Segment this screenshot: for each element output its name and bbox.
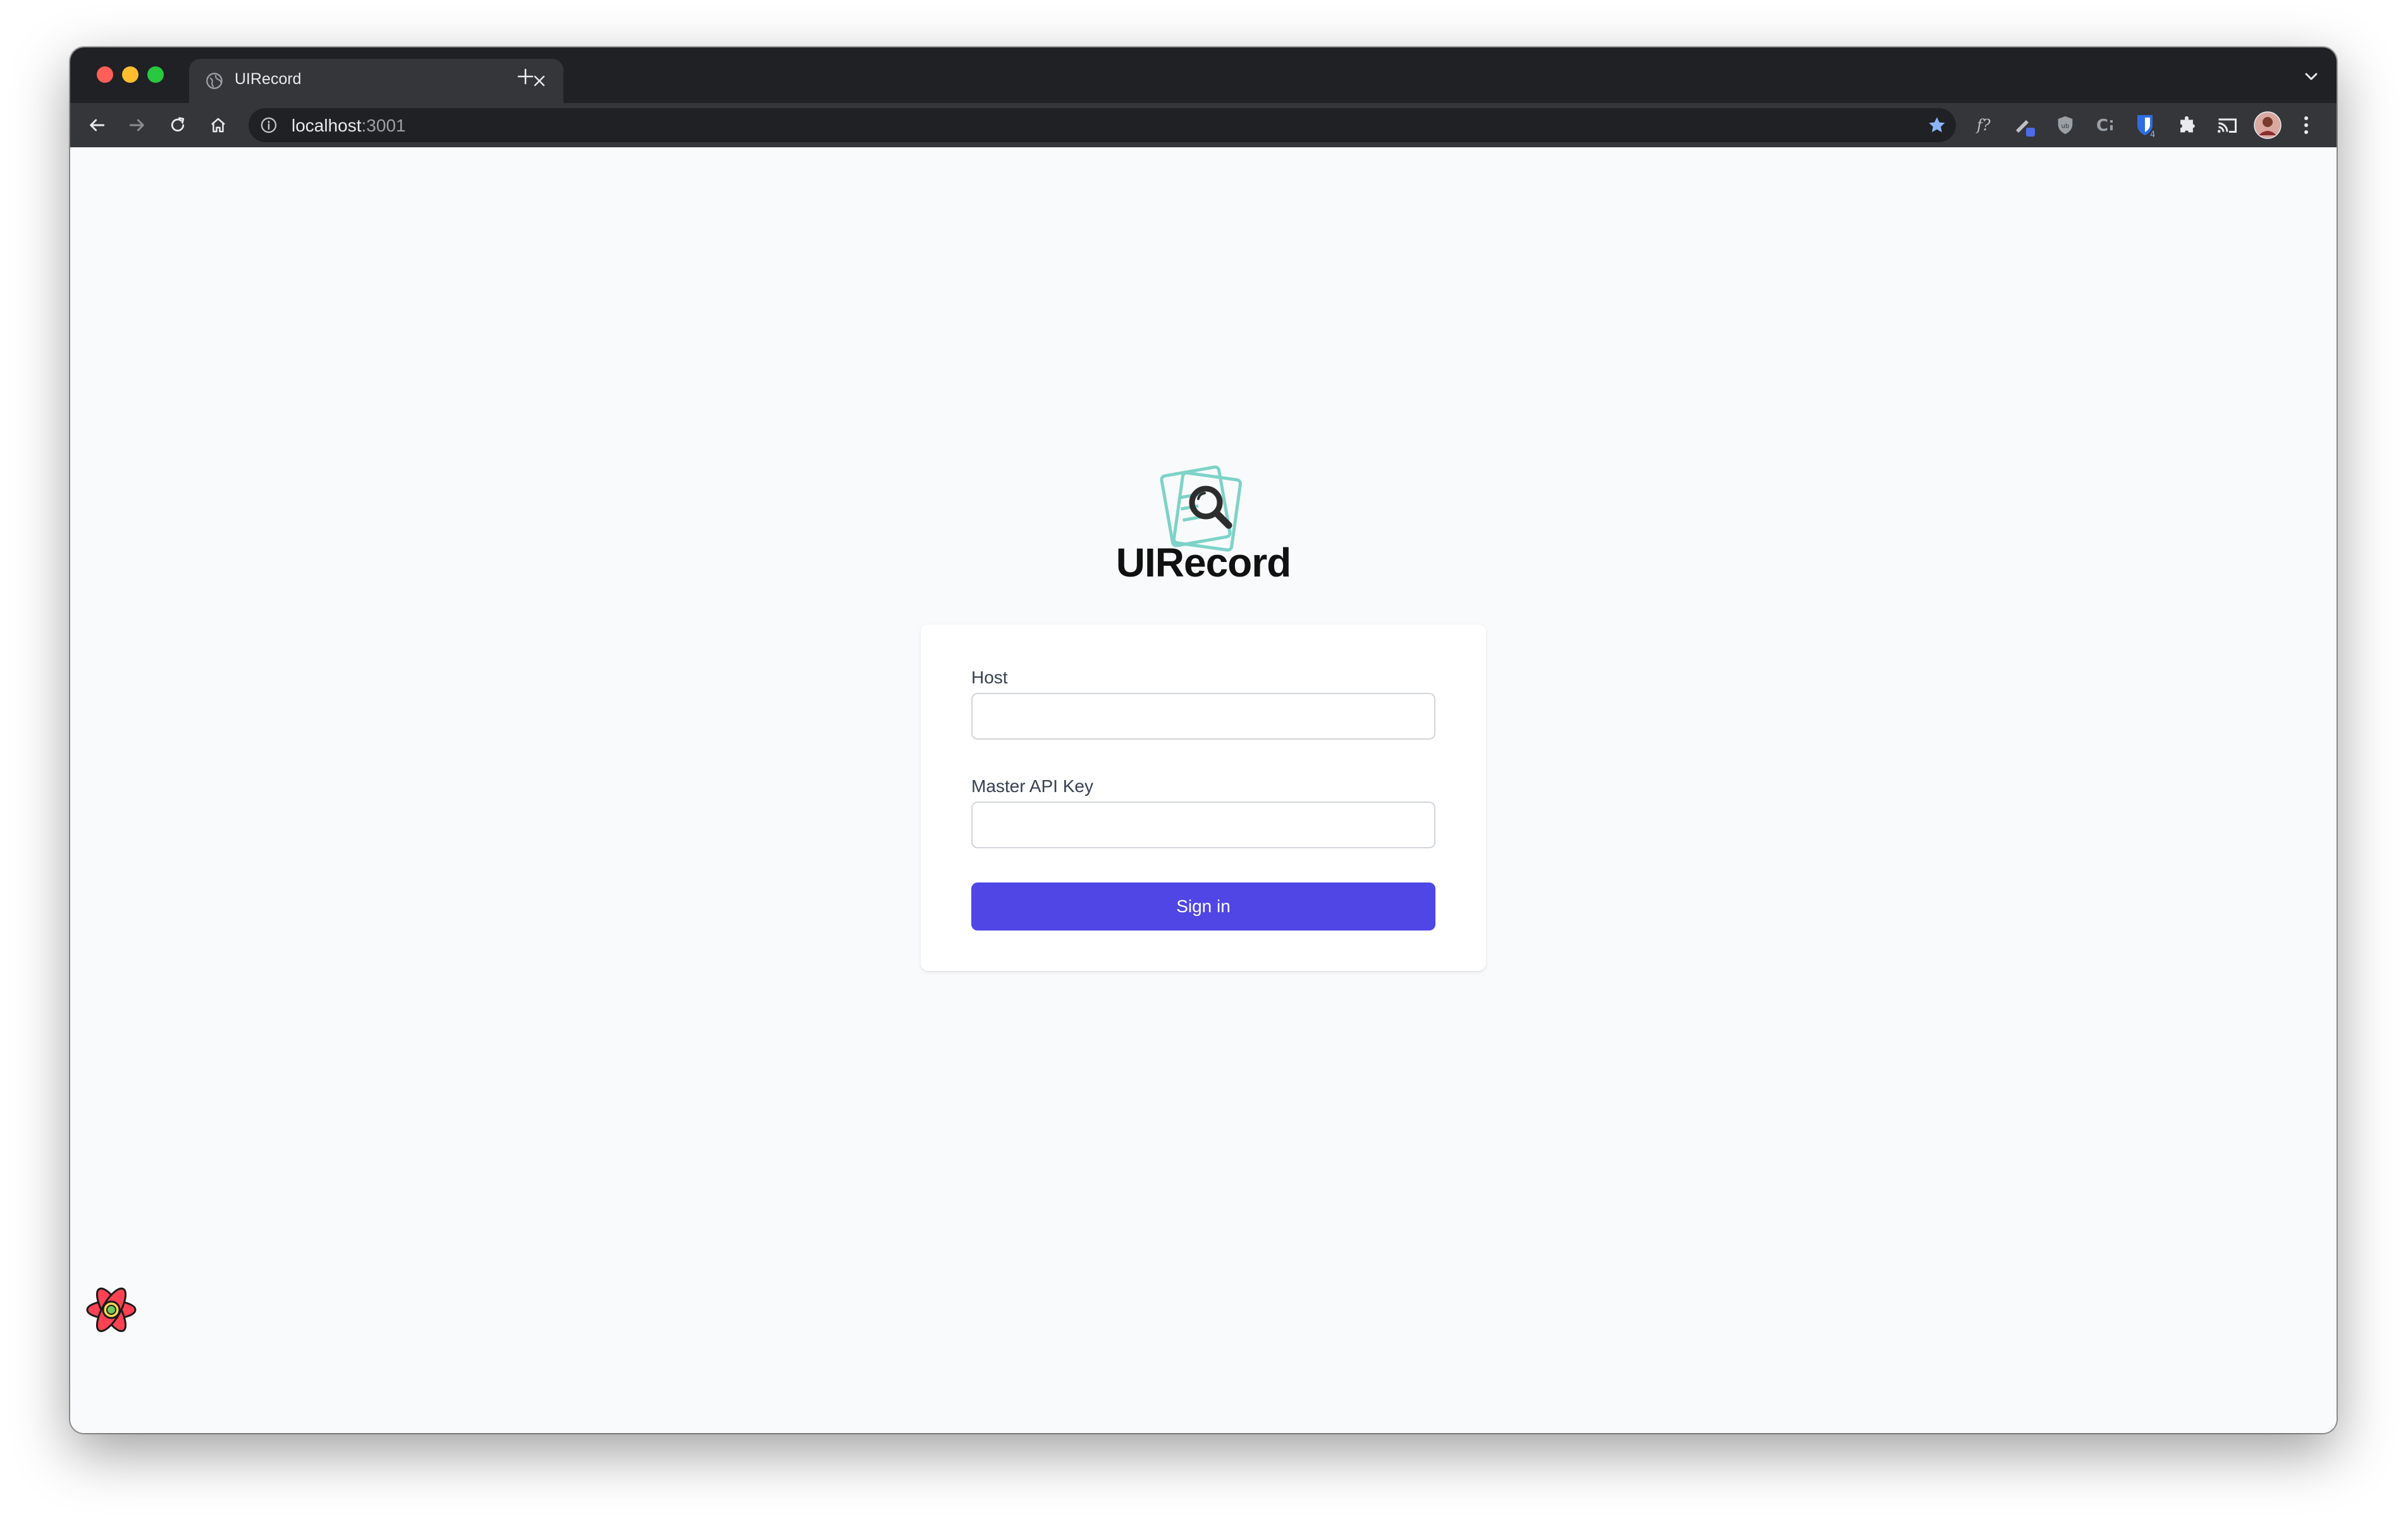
home-button[interactable] [204,111,232,139]
react-query-devtools-icon[interactable] [84,1283,138,1337]
bookmark-star-icon[interactable] [1927,115,1947,135]
globe-icon [206,73,223,89]
tab-strip: UIRecord [70,47,2337,103]
maximize-window-button[interactable] [147,66,164,83]
profile-avatar[interactable] [2253,111,2282,140]
chevron-down-icon[interactable] [2301,66,2321,87]
reload-button[interactable] [164,111,192,139]
address-bar[interactable]: localhost:3001 [249,108,1956,142]
close-window-button[interactable] [97,66,113,83]
info-icon[interactable] [260,116,278,134]
browser-menu-icon[interactable] [2294,111,2319,140]
url-port: :3001 [361,116,406,135]
new-tab-button[interactable] [512,63,539,90]
forward-button[interactable] [123,111,151,139]
extension-badge: 4 [2150,130,2155,138]
browser-tab[interactable]: UIRecord [189,59,563,103]
api-key-label: Master API Key [971,776,1093,796]
host-label: Host [971,668,1008,687]
formula-extension-icon[interactable]: f? [1970,111,1999,140]
browser-toolbar: localhost:3001 f? ub C 4 [70,103,2337,147]
url-host: localhost [292,116,362,135]
host-input[interactable] [971,693,1435,740]
browser-window: UIRecord localhost:3001 f? ub C 4 UIReco… [70,47,2337,1433]
ci-extension-icon[interactable]: C [2091,111,2120,140]
api-key-input[interactable] [971,802,1435,848]
sign-in-button[interactable]: Sign in [971,882,1435,931]
page-content: UIRecord Host Master API Key Sign in [70,147,2337,1433]
extensions-puzzle-icon[interactable] [2172,111,2201,140]
app-name: UIRecord [1115,540,1292,585]
back-button[interactable] [83,111,111,139]
cast-icon[interactable] [2213,111,2242,140]
tab-title: UIRecord [235,70,302,88]
app-logo: UIRecord [1115,457,1292,585]
svg-text:ub: ub [2061,123,2070,130]
svg-text:f?: f? [1975,116,1991,134]
svg-text:C: C [2096,116,2108,135]
url-text: localhost:3001 [292,116,406,136]
bitwarden-extension-icon[interactable]: 4 [2132,111,2161,140]
minimize-window-button[interactable] [122,66,138,83]
login-card: Host Master API Key Sign in [921,625,1486,971]
pen-extension-icon[interactable] [2010,111,2039,140]
shield-extension-icon[interactable]: ub [2051,111,2080,140]
